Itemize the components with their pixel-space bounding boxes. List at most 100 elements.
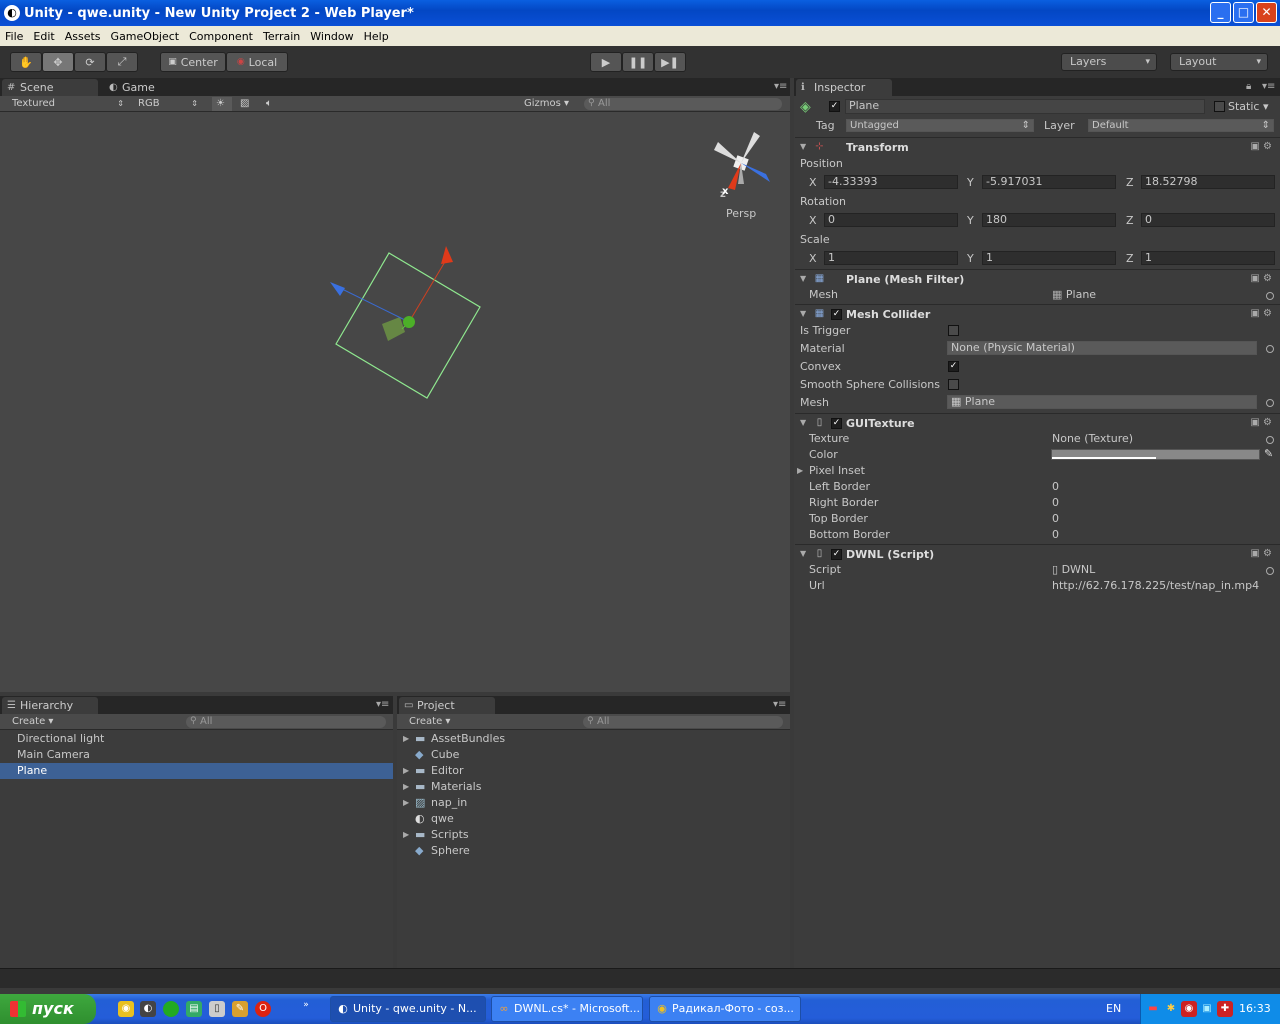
- eyedropper-icon[interactable]: ✎: [1264, 447, 1273, 461]
- desktop-icon[interactable]: ▤: [186, 1001, 202, 1017]
- task-dwnl-cs[interactable]: ∞ DWNL.cs* - Microsoft...: [491, 996, 643, 1022]
- skybox-toggle[interactable]: ▨: [236, 97, 256, 111]
- tray-icon-2[interactable]: ✱: [1163, 1001, 1179, 1017]
- rotate-tool-button[interactable]: ⟳: [74, 52, 106, 72]
- step-button[interactable]: ▶❚: [654, 52, 686, 72]
- material-field[interactable]: None (Physic Material): [947, 341, 1257, 355]
- tab-project[interactable]: ▭ Project: [399, 697, 495, 714]
- position-x-field[interactable]: -4.33393: [824, 175, 958, 189]
- guitexture-enabled-checkbox[interactable]: ✓: [831, 418, 842, 429]
- script-value[interactable]: ▯ DWNL: [1052, 563, 1095, 577]
- play-button[interactable]: ▶: [590, 52, 622, 72]
- rotation-z-field[interactable]: 0: [1141, 213, 1275, 227]
- smooth-sphere-checkbox[interactable]: [948, 379, 959, 390]
- mesh-collider-header[interactable]: ▼ ▦ ✓ Mesh Collider ▣ ⚙: [795, 306, 1280, 324]
- dwnl-script-header[interactable]: ▼ ▯ ✓ DWNL (Script) ▣ ⚙: [795, 546, 1280, 564]
- scale-tool-button[interactable]: ⤢: [106, 52, 138, 72]
- project-item-qwe[interactable]: ◐ qwe: [401, 811, 790, 827]
- project-item-assetbundles[interactable]: ▶ ▬ AssetBundles: [401, 731, 790, 747]
- collapse-arrow-icon[interactable]: ▼: [800, 142, 806, 151]
- rotation-y-field[interactable]: 180: [982, 213, 1116, 227]
- hand-tool-button[interactable]: ✋: [10, 52, 42, 72]
- guitexture-header[interactable]: ▼ ▯ ✓ GUITexture ▣ ⚙: [795, 415, 1280, 433]
- collapse-arrow-icon[interactable]: ▼: [800, 418, 806, 427]
- menu-gameobject[interactable]: GameObject: [106, 30, 185, 43]
- menu-component[interactable]: Component: [184, 30, 258, 43]
- hierarchy-search-input[interactable]: All: [186, 715, 386, 728]
- object-name-field[interactable]: Plane: [845, 99, 1205, 114]
- pause-button[interactable]: ❚❚: [622, 52, 654, 72]
- hierarchy-panel-menu-icon[interactable]: ▾≡: [376, 699, 390, 710]
- close-button[interactable]: ✕: [1256, 2, 1277, 23]
- color-swatch[interactable]: [1051, 449, 1260, 460]
- component-help-gear-icon[interactable]: ▣ ⚙: [1250, 308, 1272, 319]
- bottom-border-value[interactable]: 0: [1052, 528, 1059, 542]
- dwnl-enabled-checkbox[interactable]: ✓: [831, 549, 842, 560]
- tab-game[interactable]: ◐ Game: [104, 79, 184, 96]
- scale-z-field[interactable]: 1: [1141, 251, 1275, 265]
- task-unity[interactable]: ◐ Unity - qwe.unity - N...: [330, 996, 486, 1022]
- static-checkbox[interactable]: [1214, 101, 1225, 112]
- pixel-inset-label[interactable]: Pixel Inset: [809, 464, 865, 478]
- project-item-editor[interactable]: ▶ ▬ Editor: [401, 763, 790, 779]
- position-y-field[interactable]: -5.917031: [982, 175, 1116, 189]
- green-app-icon[interactable]: [163, 1001, 179, 1017]
- project-item-materials[interactable]: ▶ ▬ Materials: [401, 779, 790, 795]
- minimize-button[interactable]: _: [1210, 2, 1231, 23]
- tray-icon-1[interactable]: ▬: [1145, 1001, 1161, 1017]
- hierarchy-item-plane[interactable]: Plane: [0, 763, 393, 779]
- inspector-panel-menu-icon[interactable]: ▾≡: [1262, 81, 1276, 92]
- pivot-center-button[interactable]: ▣ Center: [160, 52, 226, 72]
- top-border-value[interactable]: 0: [1052, 512, 1059, 526]
- object-picker-icon[interactable]: [1266, 292, 1274, 300]
- expand-arrow-icon[interactable]: ▶: [403, 795, 409, 811]
- audio-toggle[interactable]: 🔈︎: [262, 97, 282, 111]
- expand-arrow-icon[interactable]: ▶: [403, 763, 409, 779]
- mesh-filter-header[interactable]: ▼ ▦ Plane (Mesh Filter) ▣ ⚙: [795, 271, 1280, 289]
- left-border-value[interactable]: 0: [1052, 480, 1059, 494]
- project-item-nap-in[interactable]: ▶ ▨ nap_in: [401, 795, 790, 811]
- hierarchy-create-dropdown[interactable]: Create ▾: [8, 715, 68, 729]
- lighting-toggle[interactable]: ☀: [212, 97, 232, 111]
- expand-arrow-icon[interactable]: ▶: [403, 779, 409, 795]
- render-mode-dropdown[interactable]: Textured ⇕: [8, 97, 126, 111]
- layers-dropdown[interactable]: Layers: [1061, 53, 1157, 71]
- project-search-input[interactable]: All: [583, 715, 783, 728]
- tab-scene[interactable]: # Scene: [2, 79, 98, 96]
- menu-window[interactable]: Window: [305, 30, 358, 43]
- chrome-icon[interactable]: ◉: [118, 1001, 134, 1017]
- scene-search-input[interactable]: All: [584, 97, 782, 110]
- object-picker-icon[interactable]: [1266, 399, 1274, 407]
- url-value[interactable]: http://62.76.178.225/test/nap_in.mp4: [1052, 579, 1276, 593]
- convex-checkbox[interactable]: ✓: [948, 361, 959, 372]
- inspector-lock-icon[interactable]: 🔒︎: [1246, 81, 1260, 92]
- right-border-value[interactable]: 0: [1052, 496, 1059, 510]
- menu-file[interactable]: File: [0, 30, 28, 43]
- tab-hierarchy[interactable]: ☰ Hierarchy: [2, 697, 98, 714]
- project-item-sphere[interactable]: ◆ Sphere: [401, 843, 790, 859]
- object-picker-icon[interactable]: [1266, 567, 1274, 575]
- tag-dropdown[interactable]: Untagged ⇕: [846, 119, 1034, 132]
- tab-inspector[interactable]: ℹ Inspector: [796, 79, 892, 96]
- texture-value[interactable]: None (Texture): [1052, 432, 1133, 446]
- gizmos-dropdown[interactable]: Gizmos ▾: [520, 97, 576, 111]
- mesh-filter-mesh-value[interactable]: ▦ Plane: [1052, 288, 1096, 302]
- expand-arrow-icon[interactable]: ▶: [403, 731, 409, 747]
- expand-arrow-icon[interactable]: ▶: [797, 464, 803, 478]
- layer-dropdown[interactable]: Default ⇕: [1088, 119, 1274, 132]
- menu-terrain[interactable]: Terrain: [258, 30, 305, 43]
- object-picker-icon[interactable]: [1266, 436, 1274, 444]
- menu-edit[interactable]: Edit: [28, 30, 59, 43]
- collapse-arrow-icon[interactable]: ▼: [800, 274, 806, 283]
- rotation-x-field[interactable]: 0: [824, 213, 958, 227]
- scene-panel-menu-icon[interactable]: ▾≡: [774, 81, 788, 92]
- component-help-gear-icon[interactable]: ▣ ⚙: [1250, 417, 1272, 428]
- component-help-gear-icon[interactable]: ▣ ⚙: [1250, 548, 1272, 559]
- scene-viewport[interactable]: z x Persp: [0, 112, 790, 692]
- project-item-scripts[interactable]: ▶ ▬ Scripts: [401, 827, 790, 843]
- maximize-button[interactable]: □: [1233, 2, 1254, 23]
- tray-icon-3[interactable]: ◉: [1181, 1001, 1197, 1017]
- persp-label[interactable]: Persp: [726, 207, 756, 221]
- expand-arrow-icon[interactable]: ▶: [403, 827, 409, 843]
- menu-help[interactable]: Help: [359, 30, 394, 43]
